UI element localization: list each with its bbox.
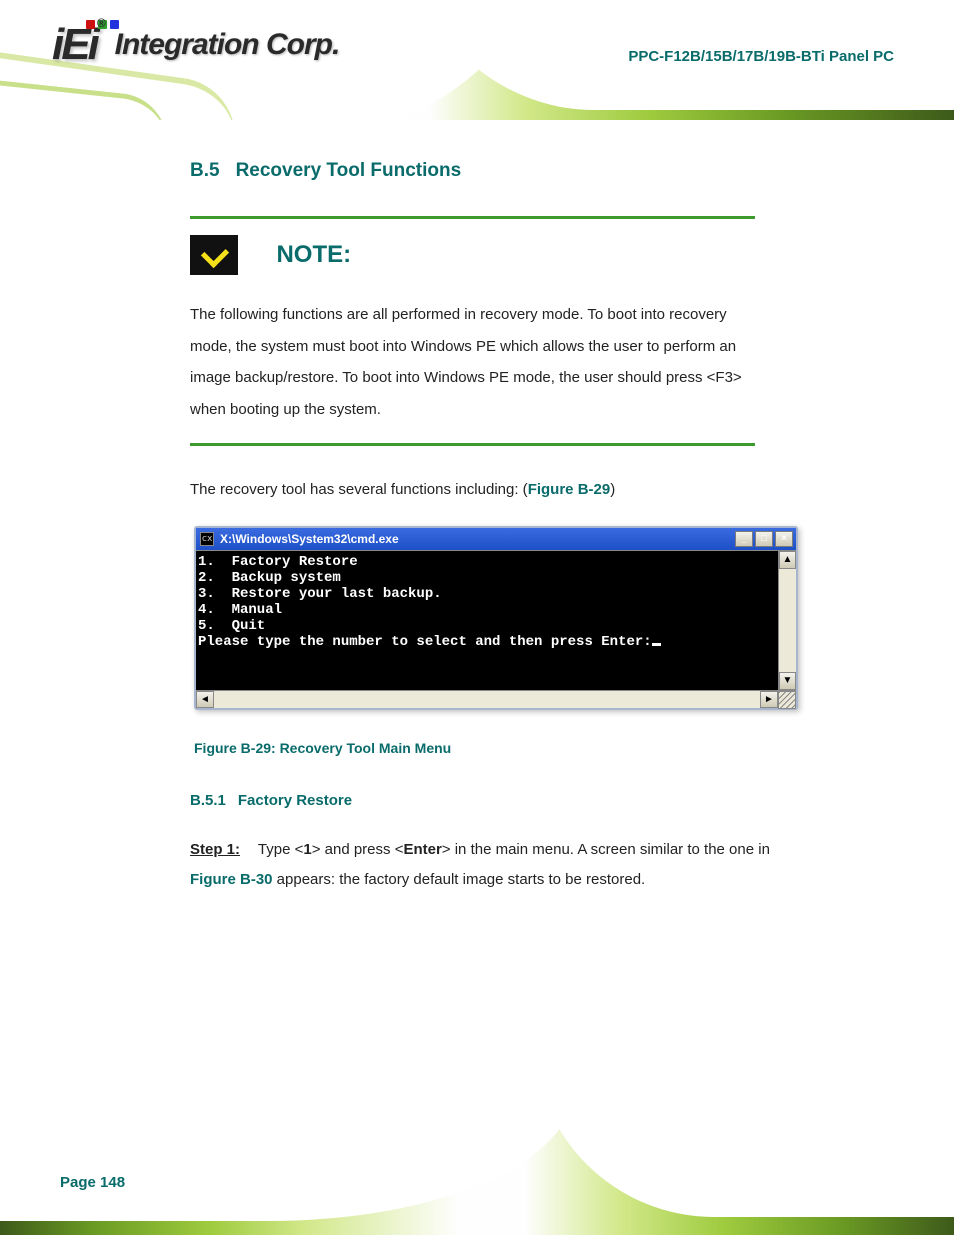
footer-banner <box>0 1123 954 1235</box>
intro-text: The recovery tool has several functions … <box>190 474 770 506</box>
product-title: PPC-F12B/15B/17B/19B-BTi Panel PC <box>628 48 894 65</box>
maximize-button[interactable]: □ <box>755 531 773 547</box>
page-number: Page 148 <box>60 1174 125 1191</box>
horizontal-scrollbar[interactable]: ◄ ► <box>196 690 796 708</box>
figure-reference: Figure B-29 <box>528 481 611 498</box>
cmd-output[interactable]: 1. Factory Restore 2. Backup system 3. R… <box>196 551 778 690</box>
step-text: Step 1: Type <1> and press <Enter> in th… <box>190 835 770 895</box>
cmd-titlebar: cx X:\Windows\System32\cmd.exe _ □ × <box>196 528 796 550</box>
page-content: B.5 Recovery Tool Functions NOTE: The fol… <box>190 160 770 895</box>
vertical-scrollbar[interactable]: ▲ ▼ <box>778 551 796 690</box>
logo-text: Integration Corp. <box>115 28 340 62</box>
cmd-window: cx X:\Windows\System32\cmd.exe _ □ × 1. … <box>194 526 798 710</box>
resize-grip[interactable] <box>778 691 796 709</box>
cmd-icon: cx <box>200 532 214 546</box>
cmd-title-text: X:\Windows\System32\cmd.exe <box>220 532 399 546</box>
note-title: NOTE: <box>276 235 351 269</box>
scroll-track[interactable] <box>214 691 760 708</box>
scroll-left-button[interactable]: ◄ <box>196 691 214 708</box>
divider <box>190 443 755 446</box>
minimize-button[interactable]: _ <box>735 531 753 547</box>
note-text: The following functions are all performe… <box>190 299 755 425</box>
section-title: Recovery Tool Functions <box>236 160 462 181</box>
figure-reference: Figure B-30 <box>190 871 273 888</box>
text-cursor <box>652 643 661 646</box>
subsection-title: Factory Restore <box>238 792 352 809</box>
scroll-down-button[interactable]: ▼ <box>779 672 796 690</box>
section-number: B.5 <box>190 160 220 181</box>
scroll-track[interactable] <box>779 569 796 672</box>
figure-caption: Figure B-29: Recovery Tool Main Menu <box>194 740 770 756</box>
step-label: Step 1: <box>190 841 240 858</box>
subsection-number: B.5.1 <box>190 792 226 809</box>
scroll-up-button[interactable]: ▲ <box>779 551 796 569</box>
section-heading: B.5 Recovery Tool Functions <box>190 160 770 182</box>
scroll-right-button[interactable]: ► <box>760 691 778 708</box>
close-button[interactable]: × <box>775 531 793 547</box>
brand-logo: iEi® Integration Corp. <box>52 20 339 70</box>
note-block: NOTE: The following functions are all pe… <box>190 235 755 425</box>
divider <box>190 216 755 219</box>
subsection-heading: B.5.1 Factory Restore <box>190 792 770 809</box>
logo-mark: iEi® <box>52 20 103 70</box>
note-icon <box>190 235 238 275</box>
